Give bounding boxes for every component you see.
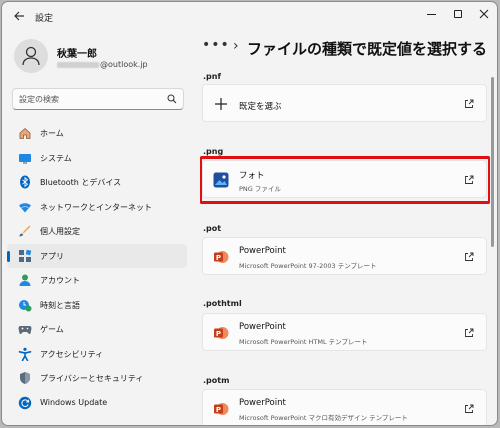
accessibility-icon (18, 347, 32, 361)
sidebar-item-accounts[interactable]: アカウント (7, 268, 187, 293)
app-name: PowerPoint (239, 322, 286, 332)
ext-label-potm: .potm (203, 376, 230, 385)
default-app-card-pothtml[interactable]: P PowerPoint Microsoft PowerPoint HTML テ… (202, 313, 487, 351)
maximize-icon (454, 10, 462, 18)
search-icon[interactable] (167, 94, 177, 104)
sidebar-item-label: Bluetooth とデバイス (40, 178, 122, 187)
scrollbar[interactable] (491, 77, 494, 247)
sidebar-item-label: システム (40, 153, 72, 163)
account-icon (19, 274, 31, 286)
svg-text:P: P (216, 406, 221, 414)
sidebar-item-label: アプリ (40, 251, 64, 261)
account-email: @outlook.jp (57, 60, 148, 69)
file-type-description: Microsoft PowerPoint 97-2003 テンプレート (239, 262, 377, 270)
sidebar-item-system[interactable]: システム (7, 146, 187, 171)
default-app-card-pnf[interactable]: 既定を選ぶ (202, 84, 487, 122)
app-name: PowerPoint (239, 246, 286, 256)
account-name: 秋葉一郎 (57, 49, 97, 60)
open-external-icon (465, 99, 474, 108)
home-icon (19, 127, 31, 139)
sidebar-item-label: ゲーム (40, 325, 64, 334)
system-icon (19, 153, 31, 163)
highlight-box (200, 156, 490, 204)
ext-label-pothtml: .pothtml (203, 299, 242, 308)
plus-icon (215, 98, 227, 110)
svg-text:P: P (216, 330, 221, 338)
redacted-email-prefix (57, 61, 99, 68)
default-app-card-potm[interactable]: P PowerPoint Microsoft PowerPoint マクロ有効デ… (202, 389, 487, 425)
app-name: 既定を選ぶ (239, 102, 282, 112)
sidebar-item-label: 個人用設定 (40, 227, 80, 236)
sidebar-item-privacy[interactable]: プライバシーとセキュリティ (7, 366, 187, 391)
bluetooth-icon (20, 175, 30, 189)
sidebar-item-label: Windows Update (40, 397, 108, 407)
powerpoint-icon: P (214, 251, 229, 263)
network-icon (19, 202, 31, 212)
sidebar-item-gaming[interactable]: ゲーム (7, 317, 187, 342)
settings-window: 設定 秋葉一郎 @outlook.jp ホーム システム Bluetooth と… (1, 1, 498, 426)
sidebar-item-label: アクセシビリティ (40, 349, 104, 359)
file-type-list: .pnf 既定を選ぶ .png フォト PNG ファイル .pot P Powe… (200, 68, 490, 425)
app-title: 設定 (35, 14, 54, 24)
open-external-icon (465, 328, 474, 337)
file-type-description: Microsoft PowerPoint マクロ有効デザイン テンプレート (239, 414, 408, 422)
open-external-icon (465, 404, 474, 413)
back-arrow-icon (14, 11, 24, 21)
avatar[interactable] (14, 39, 48, 73)
sidebar-item-apps[interactable]: アプリ (7, 243, 187, 268)
sidebar-item-label: アカウント (40, 276, 80, 285)
sidebar-item-personalization[interactable]: 個人用設定 (7, 219, 187, 244)
selected-indicator (7, 250, 10, 262)
minimize-icon (427, 14, 436, 15)
close-button[interactable] (474, 6, 494, 22)
sidebar-item-label: ネットワークとインターネット (40, 202, 152, 212)
app-name: PowerPoint (239, 398, 286, 408)
sidebar-item-network[interactable]: ネットワークとインターネット (7, 195, 187, 220)
sidebar-item-bluetooth[interactable]: Bluetooth とデバイス (7, 170, 187, 195)
ext-label-png: .png (203, 147, 224, 156)
sidebar-item-label: プライバシーとセキュリティ (40, 374, 144, 383)
sidebar-nav: ホーム システム Bluetooth とデバイス ネットワークとインターネット … (7, 121, 187, 415)
chevron-right-icon: › (233, 38, 239, 54)
account-email-suffix: @outlook.jp (100, 60, 148, 69)
sidebar-item-windows-update[interactable]: Windows Update (7, 391, 187, 416)
minimize-button[interactable] (422, 6, 442, 22)
sidebar-item-time-language[interactable]: 時刻と言語 (7, 293, 187, 318)
personalization-icon (19, 225, 31, 237)
powerpoint-icon: P (214, 403, 229, 415)
gaming-icon (18, 326, 32, 334)
powerpoint-icon: P (214, 327, 229, 339)
privacy-icon (20, 372, 30, 384)
apps-icon (19, 249, 32, 262)
file-type-description: Microsoft PowerPoint HTML テンプレート (239, 338, 368, 346)
page-title: ファイルの種類で既定値を選択する (247, 40, 488, 58)
sidebar-item-home[interactable]: ホーム (7, 121, 187, 146)
breadcrumb-overflow-button[interactable]: ••• (202, 37, 230, 53)
settings-search[interactable] (12, 88, 184, 110)
maximize-button[interactable] (448, 6, 468, 22)
time-language-icon (19, 299, 32, 311)
search-input[interactable] (19, 92, 169, 106)
user-icon (22, 46, 40, 66)
sidebar-item-label: ホーム (40, 129, 64, 138)
ext-label-pnf: .pnf (203, 72, 221, 81)
windows-update-icon (18, 396, 32, 409)
back-button[interactable] (11, 8, 27, 24)
open-external-icon (465, 252, 474, 261)
close-icon (479, 9, 489, 19)
sidebar-item-label: 時刻と言語 (40, 300, 80, 310)
sidebar-item-accessibility[interactable]: アクセシビリティ (7, 342, 187, 367)
default-app-card-pot[interactable]: P PowerPoint Microsoft PowerPoint 97-200… (202, 237, 487, 275)
ext-label-pot: .pot (203, 224, 222, 233)
svg-text:P: P (216, 254, 221, 262)
title-bar: 設定 (2, 2, 497, 32)
